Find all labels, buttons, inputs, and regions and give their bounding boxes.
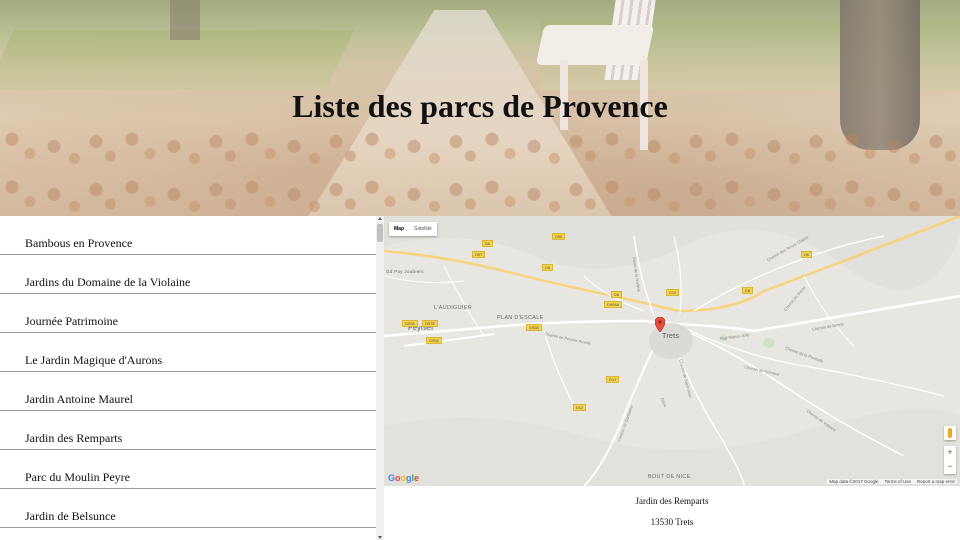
list-item-park[interactable]: Bambous en Provence bbox=[0, 216, 376, 255]
report-error-link[interactable]: Report a map error bbox=[917, 479, 955, 484]
road-shield: D6 bbox=[801, 251, 813, 258]
scroll-down-icon[interactable] bbox=[378, 536, 382, 539]
road-shield: D56 bbox=[552, 233, 566, 240]
list-item-park[interactable]: Jardin de Belsunce bbox=[0, 489, 376, 528]
road-shield: D12 bbox=[666, 289, 680, 296]
map-label-trets: Trets bbox=[662, 333, 680, 340]
road-shield: D908A bbox=[604, 301, 623, 308]
map-type-toggle[interactable]: Map Satellite bbox=[389, 222, 437, 236]
map[interactable]: Map Satellite L'AUDIGUIER PLAN D'ESCALE … bbox=[384, 216, 960, 486]
map-label-bout-de-nice: BOUT DE NICE bbox=[648, 474, 691, 480]
selected-park-address: 13530 Trets bbox=[650, 517, 694, 527]
list-item-park[interactable]: Jardin des Remparts bbox=[0, 411, 376, 450]
road-shield: D57 bbox=[472, 251, 486, 258]
map-label-plan-escale: PLAN D'ESCALE bbox=[497, 315, 544, 321]
page-title: Liste des parcs de Provence bbox=[292, 88, 668, 124]
list-item-park[interactable]: Le Jardin Magique d'Aurons bbox=[0, 333, 376, 372]
list-item-park[interactable]: Journée Patrimoine bbox=[0, 294, 376, 333]
list-scrollbar[interactable] bbox=[376, 216, 384, 540]
selected-park-name: Jardin des Remparts bbox=[635, 496, 709, 506]
map-marker-icon[interactable] bbox=[655, 317, 665, 332]
terms-link[interactable]: Terms of Use bbox=[884, 479, 911, 484]
park-details: Jardin des Remparts 13530 Trets bbox=[384, 486, 960, 540]
map-type-satellite-button[interactable]: Satellite bbox=[409, 222, 437, 236]
scrollbar-thumb[interactable] bbox=[377, 224, 383, 242]
road-shield: D908 bbox=[526, 324, 542, 331]
road-shield: D6 bbox=[542, 264, 554, 271]
map-type-map-button[interactable]: Map bbox=[389, 222, 409, 236]
road-shield: D6 bbox=[742, 287, 754, 294]
park-list[interactable]: Bambous en Provence Jardins du Domaine d… bbox=[0, 216, 384, 540]
google-logo[interactable]: Google bbox=[388, 473, 419, 483]
road-shield: D6 bbox=[482, 240, 494, 247]
header-banner: Liste des parcs de Provence bbox=[0, 0, 960, 216]
road-shield: D908 bbox=[426, 337, 442, 344]
map-footer: Map data ©2017 Google Terms of Use Repor… bbox=[827, 479, 957, 484]
road-shield: D12 bbox=[573, 404, 587, 411]
zoom-out-button[interactable]: − bbox=[944, 460, 956, 474]
zoom-in-button[interactable]: + bbox=[944, 446, 956, 460]
list-item-park[interactable]: Jardin Antoine Maurel bbox=[0, 372, 376, 411]
map-data-attribution: Map data ©2017 Google bbox=[829, 479, 879, 484]
road-shield: D6 bbox=[611, 291, 623, 298]
map-zoom-control[interactable]: + − bbox=[944, 446, 956, 474]
list-item-park[interactable]: Jardins du Domaine de la Violaine bbox=[0, 255, 376, 294]
map-label-audiguier: L'AUDIGUIER bbox=[434, 305, 472, 311]
street-view-pegman-icon[interactable] bbox=[944, 426, 956, 440]
road-shield: D908 bbox=[402, 320, 418, 327]
list-item-park[interactable]: Parc du Moulin Peyre bbox=[0, 450, 376, 489]
road-shield: D57E bbox=[422, 320, 439, 327]
scroll-up-icon[interactable] bbox=[378, 217, 382, 220]
map-roads bbox=[384, 216, 960, 486]
road-shield: D12 bbox=[606, 376, 620, 383]
map-label-puy-joubiers: Gd Puy Joubiers bbox=[386, 269, 424, 274]
